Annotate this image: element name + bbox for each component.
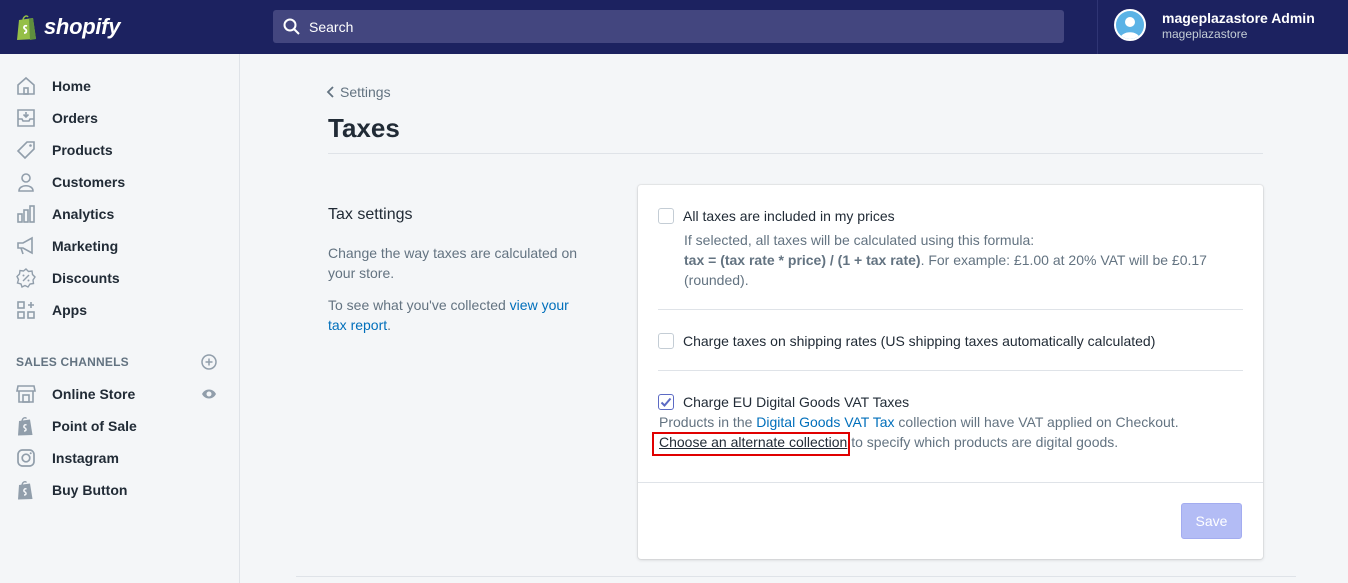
shipping-taxes-checkbox[interactable]	[658, 333, 674, 349]
chevron-left-icon	[326, 86, 334, 98]
tag-icon	[16, 140, 36, 160]
sidebar-item-buy-button[interactable]: Buy Button	[0, 474, 239, 506]
help-line: If selected, all taxes will be calculate…	[684, 232, 1035, 248]
sidebar-item-label: Customers	[52, 174, 126, 190]
megaphone-icon	[16, 236, 36, 256]
help-line: (rounded).	[684, 272, 749, 288]
title-divider	[328, 153, 1263, 154]
sidebar: Home Orders Products Customers Analytics…	[0, 54, 240, 583]
sidebar-item-label: Buy Button	[52, 482, 128, 498]
top-bar: shopify Search mageplazastore Admin mage…	[0, 0, 1348, 54]
person-icon	[16, 172, 36, 192]
orders-icon	[16, 108, 36, 128]
sidebar-item-analytics[interactable]: Analytics	[0, 198, 239, 230]
sidebar-item-customers[interactable]: Customers	[0, 166, 239, 198]
shipping-taxes-label: Charge taxes on shipping rates (US shipp…	[683, 333, 1156, 349]
help-prefix: Products in the	[659, 414, 757, 430]
page-title: Taxes	[328, 113, 400, 143]
search-placeholder: Search	[309, 18, 354, 35]
search-input[interactable]: Search	[273, 10, 1064, 43]
sidebar-item-label: Discounts	[52, 270, 120, 286]
card-footer-divider	[638, 482, 1263, 483]
store-icon	[16, 384, 36, 404]
sidebar-item-label: Point of Sale	[52, 418, 137, 434]
breadcrumb-settings: Settings	[340, 84, 391, 100]
user-name: mageplazastore Admin	[1162, 9, 1315, 26]
instagram-icon	[16, 448, 36, 468]
topbar-divider	[1097, 0, 1098, 54]
sidebar-item-label: Home	[52, 78, 91, 94]
tax-report-text: To see what you've collected view your t…	[328, 295, 588, 335]
sidebar-item-orders[interactable]: Orders	[0, 102, 239, 134]
brand-name: shopify	[44, 14, 121, 39]
sidebar-item-point-of-sale[interactable]: Point of Sale	[0, 410, 239, 442]
user-avatar-icon	[1116, 11, 1144, 39]
option-divider	[658, 370, 1243, 371]
sidebar-item-apps[interactable]: Apps	[0, 294, 239, 326]
formula-example: . For example: £1.00 at 20% VAT will be …	[920, 252, 1207, 268]
discount-icon	[16, 268, 36, 288]
bar-chart-icon	[16, 204, 36, 224]
taxes-included-checkbox[interactable]	[658, 208, 674, 224]
eye-icon[interactable]	[201, 387, 217, 401]
tax-settings-card: All taxes are included in my prices If s…	[638, 185, 1263, 559]
page-bottom-divider	[296, 576, 1296, 577]
highlight-box	[652, 432, 850, 456]
tax-report-prefix: To see what you've collected	[328, 297, 510, 313]
sidebar-item-label: Apps	[52, 302, 87, 318]
sidebar-item-label: Products	[52, 142, 113, 158]
add-channel-icon[interactable]	[201, 354, 217, 370]
option-divider	[658, 309, 1243, 310]
user-menu[interactable]: mageplazastore Admin mageplazastore	[1114, 9, 1315, 41]
sidebar-item-label: Orders	[52, 110, 98, 126]
sidebar-item-home[interactable]: Home	[0, 70, 239, 102]
help-line: Products in the Digital Goods VAT Tax co…	[659, 412, 1239, 432]
eu-digital-vat-label: Charge EU Digital Goods VAT Taxes	[683, 394, 910, 410]
sidebar-item-instagram[interactable]: Instagram	[0, 442, 239, 474]
shopify-bag-icon	[16, 416, 36, 436]
sales-channels-heading: SALES CHANNELS	[16, 355, 129, 369]
sidebar-item-products[interactable]: Products	[0, 134, 239, 166]
sidebar-item-label: Marketing	[52, 238, 119, 254]
avatar	[1114, 9, 1146, 41]
taxes-included-help: If selected, all taxes will be calculate…	[684, 230, 1224, 290]
sidebar-item-label: Analytics	[52, 206, 115, 222]
help-suffix: collection will have VAT applied on Chec…	[894, 414, 1179, 430]
home-icon	[16, 76, 36, 96]
eu-digital-vat-checkbox[interactable]	[658, 394, 674, 410]
shopify-bag-icon	[16, 480, 36, 500]
tax-formula: tax = (tax rate * price) / (1 + tax rate…	[684, 252, 921, 268]
sidebar-item-label: Instagram	[52, 450, 119, 466]
breadcrumb[interactable]: Settings	[326, 84, 391, 100]
sidebar-item-label: Online Store	[52, 386, 136, 402]
shopify-logo[interactable]: shopify	[0, 0, 240, 54]
checkmark-icon	[660, 397, 672, 407]
tax-report-suffix: .	[387, 317, 392, 333]
apps-icon	[16, 300, 36, 320]
alt-suffix: to specify which products are digital go…	[847, 434, 1119, 450]
help-line: tax = (tax rate * price) / (1 + tax rate…	[684, 250, 1224, 270]
search-icon	[283, 18, 300, 35]
tax-settings-title: Tax settings	[328, 206, 413, 223]
save-button[interactable]: Save	[1181, 503, 1242, 539]
digital-goods-collection-link[interactable]: Digital Goods VAT Tax	[756, 414, 894, 430]
store-name: mageplazastore	[1162, 26, 1248, 41]
sidebar-item-discounts[interactable]: Discounts	[0, 262, 239, 294]
sidebar-item-marketing[interactable]: Marketing	[0, 230, 239, 262]
tax-settings-description: Change the way taxes are calculated on y…	[328, 245, 578, 281]
shopify-bag-icon	[17, 15, 36, 40]
taxes-included-label: All taxes are included in my prices	[683, 208, 895, 224]
